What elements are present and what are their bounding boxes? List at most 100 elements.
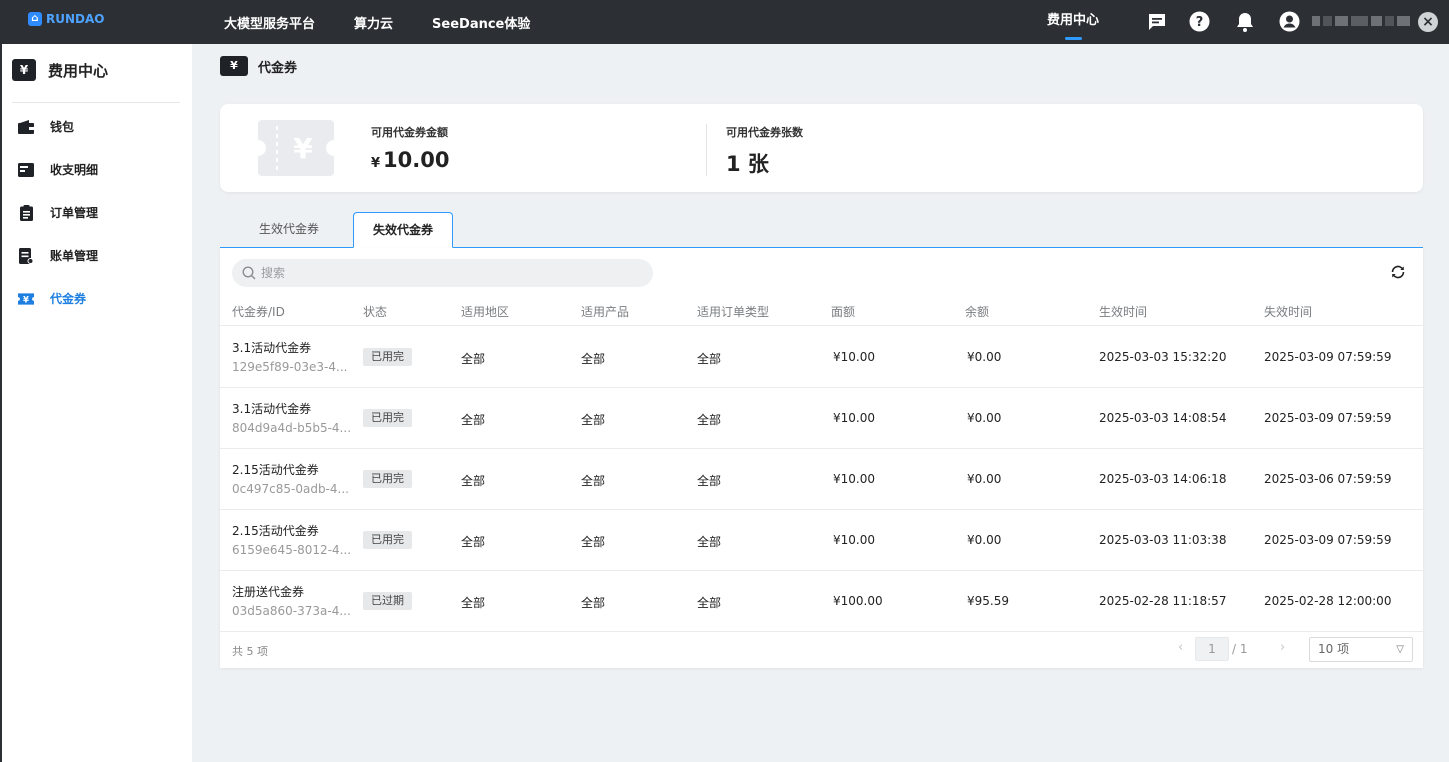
available-count-block: 可用代金券张数 1 张 <box>726 124 803 178</box>
svg-text:?: ? <box>1196 15 1204 30</box>
amount-number: 10.00 <box>383 148 450 172</box>
voucher-name: 注册送代金券 <box>232 585 305 599</box>
status-badge: 已用完 <box>363 470 412 488</box>
face-value-cell: ¥10.00 <box>833 350 875 364</box>
bell-icon[interactable] <box>1234 11 1255 32</box>
voucher-icon: ¥ <box>12 59 36 81</box>
nav-compute-cloud[interactable]: 算力云 <box>354 13 393 32</box>
order-type-cell: 全部 <box>697 352 722 366</box>
sidebar-divider <box>12 102 180 103</box>
help-icon[interactable]: ? <box>1189 11 1210 32</box>
search-box[interactable] <box>232 259 653 287</box>
start-time-cell: 2025-03-03 14:06:18 <box>1099 472 1227 486</box>
table-row[interactable]: 2.15活动代金券 6159e645-8012-4... 已用完 全部 全部 全… <box>220 510 1423 571</box>
status-badge: 已用完 <box>363 531 412 549</box>
top-nav: 大模型服务平台 算力云 SeeDance体验 <box>224 0 530 44</box>
search-input[interactable] <box>261 266 641 280</box>
voucher-id: 6159e645-8012-4... <box>232 543 352 557</box>
svg-text:¥: ¥ <box>23 294 29 304</box>
start-time-cell: 2025-02-28 11:18:57 <box>1099 594 1227 608</box>
clipboard-icon <box>18 204 34 221</box>
face-value-cell: ¥10.00 <box>833 533 875 547</box>
table-row[interactable]: 注册送代金券 03d5a860-373a-4... 已过期 全部 全部 全部 ¥… <box>220 571 1423 632</box>
balance-cell: ¥95.59 <box>967 594 1009 608</box>
status-badge: 已过期 <box>363 592 412 610</box>
tab-active-vouchers[interactable]: 生效代金券 <box>239 212 339 248</box>
sidebar-item-wallet[interactable]: 钱包 <box>18 118 74 135</box>
prev-page-icon[interactable]: ‹ <box>1178 640 1183 655</box>
sidebar-item-orders[interactable]: 订单管理 <box>18 204 98 221</box>
voucher-name: 2.15活动代金券 <box>232 463 319 477</box>
voucher-summary-card: ¥ 可用代金券金额 ¥10.00 可用代金券张数 1 张 <box>220 104 1423 192</box>
sidebar-item-bills[interactable]: 账单管理 <box>18 247 98 264</box>
status-badge: 已用完 <box>363 348 412 366</box>
top-bar: ⌂ RUNDAO 大模型服务平台 算力云 SeeDance体验 费用中心 ? × <box>0 0 1449 44</box>
nav-seedance[interactable]: SeeDance体验 <box>432 13 530 32</box>
start-time-cell: 2025-03-03 14:08:54 <box>1099 411 1227 425</box>
available-amount-label: 可用代金券金额 <box>371 126 448 139</box>
column-header: 生效时间 <box>1099 305 1148 319</box>
nav-fee-center[interactable]: 费用中心 <box>1047 0 1099 44</box>
end-time-cell: 2025-03-09 07:59:59 <box>1264 350 1392 364</box>
product-cell: 全部 <box>581 535 606 549</box>
sidebar-item-label: 账单管理 <box>50 249 99 263</box>
refresh-icon[interactable] <box>1388 262 1408 282</box>
voucher-name: 3.1活动代金券 <box>232 402 312 416</box>
table-row[interactable]: 3.1活动代金券 129e5f89-03e3-4... 已用完 全部 全部 全部… <box>220 327 1423 388</box>
voucher-id: 03d5a860-373a-4... <box>232 604 351 618</box>
region-cell: 全部 <box>461 535 486 549</box>
brand-mark-icon: ⌂ <box>28 12 42 26</box>
voucher-id: 129e5f89-03e3-4... <box>232 360 348 374</box>
table-row[interactable]: 3.1活动代金券 804d9a4d-b5b5-4... 已用完 全部 全部 全部… <box>220 388 1423 449</box>
page-number-input[interactable]: 1 <box>1195 637 1229 661</box>
summary-divider <box>706 124 707 176</box>
end-time-cell: 2025-03-09 07:59:59 <box>1264 411 1392 425</box>
table-header: 代金券/ID 状态 适用地区 适用产品 适用订单类型 面额 余额 生效时间 失效… <box>220 296 1423 326</box>
brand-logo[interactable]: ⌂ RUNDAO <box>28 12 104 26</box>
page-total: / 1 <box>1232 642 1248 656</box>
start-time-cell: 2025-03-03 11:03:38 <box>1099 533 1227 547</box>
nav-llm-platform[interactable]: 大模型服务平台 <box>224 13 315 32</box>
sidebar: ¥ 费用中心 钱包 收支明细 订单管理 账单管理 ¥ 代金券 <box>0 44 192 762</box>
chevron-down-icon: ▽ <box>1396 644 1404 655</box>
product-cell: 全部 <box>581 352 606 366</box>
status-badge: 已用完 <box>363 409 412 427</box>
table-row[interactable]: 2.15活动代金券 0c497c85-0adb-4... 已用完 全部 全部 全… <box>220 449 1423 510</box>
order-type-cell: 全部 <box>697 596 722 610</box>
close-icon[interactable]: × <box>1418 12 1438 32</box>
user-avatar-icon[interactable] <box>1279 11 1300 32</box>
available-count-label: 可用代金券张数 <box>726 126 803 139</box>
sidebar-item-label: 收支明细 <box>50 163 99 177</box>
sidebar-title: ¥ 费用中心 <box>12 59 108 81</box>
voucher-tabs: 生效代金券 失效代金券 <box>220 212 1423 248</box>
username-redacted[interactable] <box>1312 16 1410 28</box>
total-count: 共 5 项 <box>232 645 268 658</box>
order-type-cell: 全部 <box>697 474 722 488</box>
region-cell: 全部 <box>461 352 486 366</box>
end-time-cell: 2025-02-28 12:00:00 <box>1264 594 1392 608</box>
column-header: 适用地区 <box>461 305 510 319</box>
voucher-icon: ¥ <box>220 56 248 76</box>
sidebar-item-label: 钱包 <box>50 120 75 134</box>
product-cell: 全部 <box>581 413 606 427</box>
next-page-icon[interactable]: › <box>1280 640 1285 655</box>
balance-cell: ¥0.00 <box>967 411 1002 425</box>
sidebar-item-vouchers[interactable]: ¥ 代金券 <box>18 290 86 307</box>
voucher-id: 0c497c85-0adb-4... <box>232 482 349 496</box>
product-cell: 全部 <box>581 596 606 610</box>
column-header: 面额 <box>831 305 856 319</box>
end-time-cell: 2025-03-09 07:59:59 <box>1264 533 1392 547</box>
face-value-cell: ¥100.00 <box>833 594 883 608</box>
page-size-select[interactable]: 10 项 ▽ <box>1309 637 1413 662</box>
message-icon[interactable] <box>1146 11 1167 32</box>
ticket-illustration-icon: ¥ <box>258 120 334 176</box>
tab-expired-vouchers[interactable]: 失效代金券 <box>353 212 453 248</box>
search-icon <box>242 266 256 280</box>
face-value-cell: ¥10.00 <box>833 472 875 486</box>
svg-text:¥: ¥ <box>293 132 313 165</box>
sidebar-item-label: 代金券 <box>50 292 87 306</box>
sidebar-item-label: 订单管理 <box>50 206 99 220</box>
voucher-id: 804d9a4d-b5b5-4... <box>232 421 352 435</box>
order-type-cell: 全部 <box>697 413 722 427</box>
sidebar-item-transactions[interactable]: 收支明细 <box>18 161 98 178</box>
